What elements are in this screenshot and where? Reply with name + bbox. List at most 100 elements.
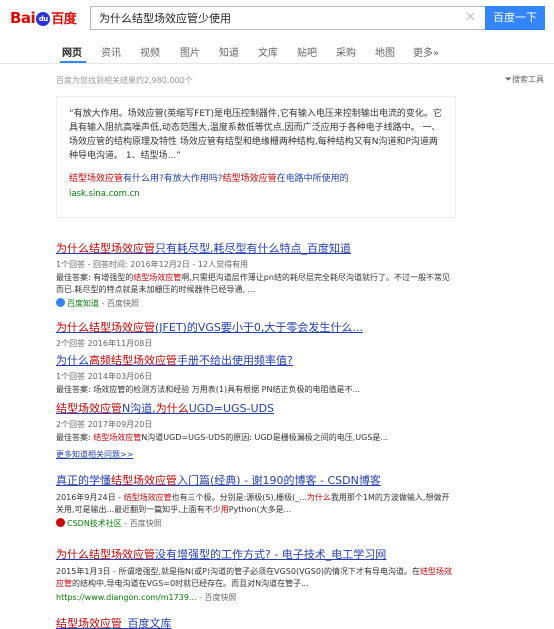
result-meta: 1个回答 2014年03月06日 (56, 372, 153, 381)
result-title[interactable]: 为什么高频结型场效应管手册不给出使用频率值? (56, 352, 456, 368)
url-text: CSDN技术社区 (67, 519, 122, 528)
title-pre: 为什么 (56, 354, 89, 367)
nav-tabs: 网页 资讯 视频 图片 知道 文库 贴吧 采购 地图 更多» (0, 36, 554, 64)
card-link-post: 在电路中所使用的 (276, 174, 349, 184)
desc-rest: N沟道UGD=UGS-UDS的原因: UGD是栅极漏极之间的电压,UGS是... (141, 433, 389, 442)
baidu-logo[interactable]: Bai du 百度 (10, 8, 77, 27)
result-url[interactable]: CSDN技术社区 - 百度快照 (56, 518, 456, 529)
snapshot-link[interactable]: - 百度快照 (102, 299, 139, 308)
result-desc: 2016年9月24日 - 结型场效应管也有三个极。分别是:源极(S),栅极(_.… (56, 492, 456, 516)
desc-hl: 结型场效应管 (123, 493, 172, 502)
title-rest: 没有增强型的工作方式? - 电子技术_电工学习网 (155, 548, 387, 561)
result-3: 为什么高频结型场效应管手册不给出使用频率值? 1个回答 2014年03月06日 … (56, 352, 456, 396)
title-rest: (JFET)的VGS要小于0,大于零会发生什么... (155, 321, 363, 334)
desc-end: Python(大多是... (228, 505, 292, 514)
result-4: 结型场效应管N沟道,为什么UGD=UGS-UDS 2个回答 2017年09月20… (56, 400, 456, 444)
tab-video[interactable]: 视频 (140, 44, 160, 59)
logo-text: 百度 (51, 12, 77, 27)
desc-hl2: 为什么 (306, 493, 331, 502)
card-link-hl2: 结型场效应管 (222, 174, 277, 184)
clear-icon[interactable]: ✕ (465, 10, 476, 25)
desc-pre: 2016年9月24日 - (56, 493, 124, 502)
header: Baidu百度 ✕ 百度一下 (0, 0, 554, 36)
desc-pre: 最佳答案: 有增强型的 (56, 273, 134, 282)
tab-caigou[interactable]: 采购 (336, 44, 356, 59)
title-hl: 结型场效应管 (56, 617, 122, 629)
search-tools-label: 搜索工具 (512, 75, 544, 84)
result-desc: 最佳答案: 场效应管的检测方法和经验 万用表(1)具有根据 PN结正负极的电阻值… (56, 385, 361, 394)
desc-rest: 的结构中,导电沟道在VGS=0时就已经存在。而且对N沟道在管子... (72, 579, 309, 588)
logo-bai: Bai (10, 9, 36, 27)
result-title[interactable]: 结型场效应管_百度文库 (56, 615, 456, 629)
url-text: https://www.diangon.com/m1739... (56, 593, 197, 602)
paw-icon (56, 298, 65, 307)
result-1: 为什么结型场效应管只有耗尽型,耗尽型有什么特点_百度知道 1个回答 - 回答时间… (56, 240, 456, 309)
title-hl: 为什么结型场效应管 (56, 321, 155, 334)
desc-pre: 最佳答案: (56, 433, 94, 442)
title-hl: 为什么结型场效应管 (56, 548, 155, 561)
search-tools[interactable]: ⏷搜索工具 (505, 74, 544, 85)
result-title[interactable]: 为什么结型场效应管只有耗尽型,耗尽型有什么特点_百度知道 (56, 240, 456, 256)
card-text: “有放大作用。场效应管(英缩写FET)是电压控制器件,它有输入电压来控制输出电流… (69, 109, 442, 161)
result-5: 真正的学懂结型场效应管入门篇(经典) - 谢190的博客 - CSDN博客 20… (56, 472, 456, 529)
tab-zhidao[interactable]: 知道 (219, 44, 239, 59)
result-2: 为什么结型场效应管(JFET)的VGS要小于0,大于零会发生什么... 2个回答… (56, 319, 456, 349)
title-rest: UGD=UGS-UDS (188, 402, 275, 415)
search-button[interactable]: 百度一下 (485, 6, 545, 30)
result-count: 百度为您找到相关结果约2,980,000个 (56, 76, 193, 85)
result-title[interactable]: 结型场效应管N沟道,为什么UGD=UGS-UDS (56, 400, 456, 416)
title-hl: 高频结型场效应管 (89, 354, 177, 367)
result-title[interactable]: 真正的学懂结型场效应管入门篇(经典) - 谢190的博客 - CSDN博客 (56, 472, 456, 488)
tab-news[interactable]: 资讯 (101, 44, 121, 59)
title-rest: 只有耗尽型,耗尽型有什么特点_百度知道 (155, 242, 351, 255)
csdn-icon (56, 518, 65, 527)
result-url[interactable]: 百度知道 - 百度快照 (56, 298, 456, 309)
search-box: ✕ (90, 6, 485, 30)
title-mid: N沟道, (122, 402, 156, 415)
more-questions: 更多知道相关问题>> (56, 449, 456, 460)
tab-map[interactable]: 地图 (375, 44, 395, 59)
card-link-hl: 结型场效应管 (69, 174, 124, 184)
url-text: 百度知道 (67, 299, 99, 308)
result-desc: 最佳答案: 结型场效应管N沟道UGD=UGS-UDS的原因: UGD是栅极漏极之… (56, 432, 456, 444)
title-rest: 入门篇(经典) - 谢190的博客 - CSDN博客 (177, 474, 381, 487)
result-meta: 2个回答 2017年09月20日 (56, 420, 153, 429)
result-title[interactable]: 为什么结型场效应管(JFET)的VGS要小于0,大于零会发生什么... (56, 319, 456, 335)
result-6: 为什么结型场效应管没有增强型的工作方式? - 电子技术_电工学习网 2015年1… (56, 546, 456, 603)
desc-hl: 结型场效应管 (133, 273, 182, 282)
result-7: 结型场效应管_百度文库 (56, 615, 456, 629)
result-desc: 2015年1月3日 - 所谓增强型,就是指N(或P)沟道的管子必须在VGS0(V… (56, 566, 456, 590)
active-tab-underline (60, 61, 86, 63)
result-meta: 1个回答 - 回答时间: 2016年12月2日 - 12人觉得有用 (56, 260, 249, 269)
title-hl: 结型场效应管 (56, 402, 122, 415)
answer-card: “有放大作用。场效应管(英缩写FET)是电压控制器件,它有输入电压来控制输出电流… (56, 96, 456, 218)
result-meta: 2个回答 2016年11月08日 (56, 339, 153, 348)
title-pre: 真正的学懂 (56, 474, 111, 487)
card-link[interactable]: 结型场效应管有什么用?有放大作用吗?结型场效应管在电路中所使用的 (69, 171, 443, 184)
search-input[interactable] (91, 7, 451, 29)
title-rest: _百度文库 (122, 617, 172, 629)
title-hl2: 为什么 (155, 402, 189, 415)
snapshot-link[interactable]: - 百度快照 (199, 593, 236, 602)
tab-wenku[interactable]: 文库 (258, 44, 278, 59)
tab-more[interactable]: 更多» (413, 44, 439, 59)
desc-hl: 结型场效应管 (93, 433, 142, 442)
card-source[interactable]: iask.sina.com.cn (69, 189, 443, 199)
tab-images[interactable]: 图片 (180, 44, 200, 59)
title-hl: 结型场效应管 (111, 474, 177, 487)
filter-icon: ⏷ (504, 75, 512, 85)
more-questions-link[interactable]: 更多知道相关问题>> (56, 450, 133, 459)
result-title[interactable]: 为什么结型场效应管没有增强型的工作方式? - 电子技术_电工学习网 (56, 546, 456, 562)
desc-hl3: 少用 (212, 505, 229, 514)
desc-pre: 2015年1月3日 - 所谓增强型,就是指N(或P)沟道的管子必须在VGS0(V… (56, 567, 421, 576)
desc-mid: 也有三个极。分别是:源极(S),栅极(_... (171, 493, 307, 502)
tab-tieba[interactable]: 贴吧 (297, 44, 317, 59)
title-hl: 为什么结型场效应管 (56, 242, 155, 255)
snapshot-link[interactable]: - 百度快照 (124, 519, 161, 528)
paw-icon: du (36, 12, 51, 26)
tab-web[interactable]: 网页 (62, 44, 82, 59)
card-link-mid: 有什么用?有放大作用吗? (123, 174, 223, 184)
title-rest: 手册不给出使用频率值? (177, 354, 293, 367)
result-url[interactable]: https://www.diangon.com/m1739... - 百度快照 (56, 592, 456, 603)
result-desc: 最佳答案: 有增强型的结型场效应管啊,只需把沟道层作薄让pn结的耗尽层完全耗尽沟… (56, 272, 456, 296)
